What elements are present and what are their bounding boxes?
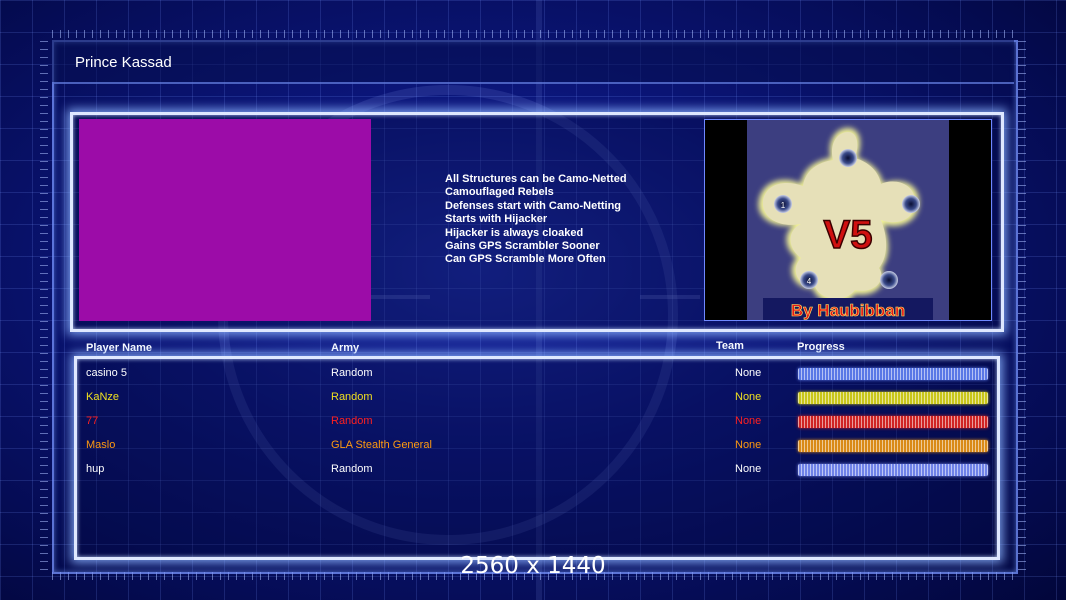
header-army: Army	[331, 342, 360, 354]
map-preview: 1 4 V5 By Haubibban	[704, 119, 992, 321]
player-army: GLA Stealth General	[331, 439, 432, 451]
player-army: Random	[331, 415, 373, 427]
table-row: 77 Random None	[0, 411, 1066, 431]
resolution-label: 2560 x 1440	[460, 553, 606, 579]
header-player-name: Player Name	[86, 342, 153, 354]
game-setup-screen: Prince Kassad All Structures can be Camo…	[0, 0, 1066, 600]
header-team: Team	[716, 340, 744, 352]
map-start-marker: 4	[807, 277, 812, 286]
map-start-marker: 1	[781, 201, 786, 210]
rule-item: Defenses start with Camo-Netting	[445, 199, 622, 212]
progress-bar	[798, 416, 988, 428]
progress-bar	[798, 368, 988, 380]
player-name: casino 5	[86, 367, 127, 379]
rule-item: Starts with Hijacker	[445, 213, 548, 226]
player-name: 77	[86, 415, 99, 427]
progress-bar-fill	[798, 464, 988, 476]
player-team: None	[735, 367, 762, 379]
player-army: Random	[331, 463, 373, 475]
progress-bar	[798, 464, 988, 476]
player-name: KaNze	[86, 391, 120, 403]
player-team: None	[735, 391, 762, 403]
rule-item: Hijacker is always cloaked	[445, 226, 584, 239]
header-progress: Progress	[797, 341, 845, 353]
rule-item: All Structures can be Camo-Netted	[445, 173, 627, 185]
table-row: KaNze Random None	[0, 387, 1066, 407]
player-team: None	[735, 439, 762, 451]
rule-item: Camouflaged Rebels	[445, 186, 554, 199]
map-credit: By Haubibban	[791, 301, 905, 320]
progress-bar	[798, 392, 988, 404]
player-team: None	[735, 463, 762, 475]
progress-bar-fill	[798, 368, 988, 380]
table-row: Maslo GLA Stealth General None	[0, 435, 1066, 455]
progress-bar	[798, 440, 988, 452]
top-ruler	[52, 30, 1014, 38]
right-ruler	[1018, 40, 1026, 570]
title-bar	[52, 40, 1014, 84]
table-row: hup Random None	[0, 459, 1066, 479]
progress-bar-fill	[798, 392, 988, 404]
player-name: Maslo	[86, 439, 116, 451]
rule-item: Can GPS Scramble More Often	[445, 253, 606, 266]
rule-item: Gains GPS Scrambler Sooner	[445, 240, 600, 253]
general-rules-list: All Structures can be Camo-Netted Camouf…	[445, 173, 627, 267]
left-ruler	[40, 40, 48, 570]
map-preview-image: 1 4 V5 By Haubibban	[705, 120, 991, 320]
table-row: casino 5 Random None	[0, 363, 1066, 383]
player-army: Random	[331, 391, 373, 403]
progress-bar-fill	[798, 416, 988, 428]
player-army: Random	[331, 367, 373, 379]
player-name: hup	[86, 463, 105, 475]
map-title: V5	[824, 213, 873, 257]
progress-bar-fill	[798, 440, 988, 452]
player-team: None	[735, 415, 762, 427]
general-color-swatch	[79, 119, 371, 321]
page-title: Prince Kassad	[75, 54, 172, 71]
